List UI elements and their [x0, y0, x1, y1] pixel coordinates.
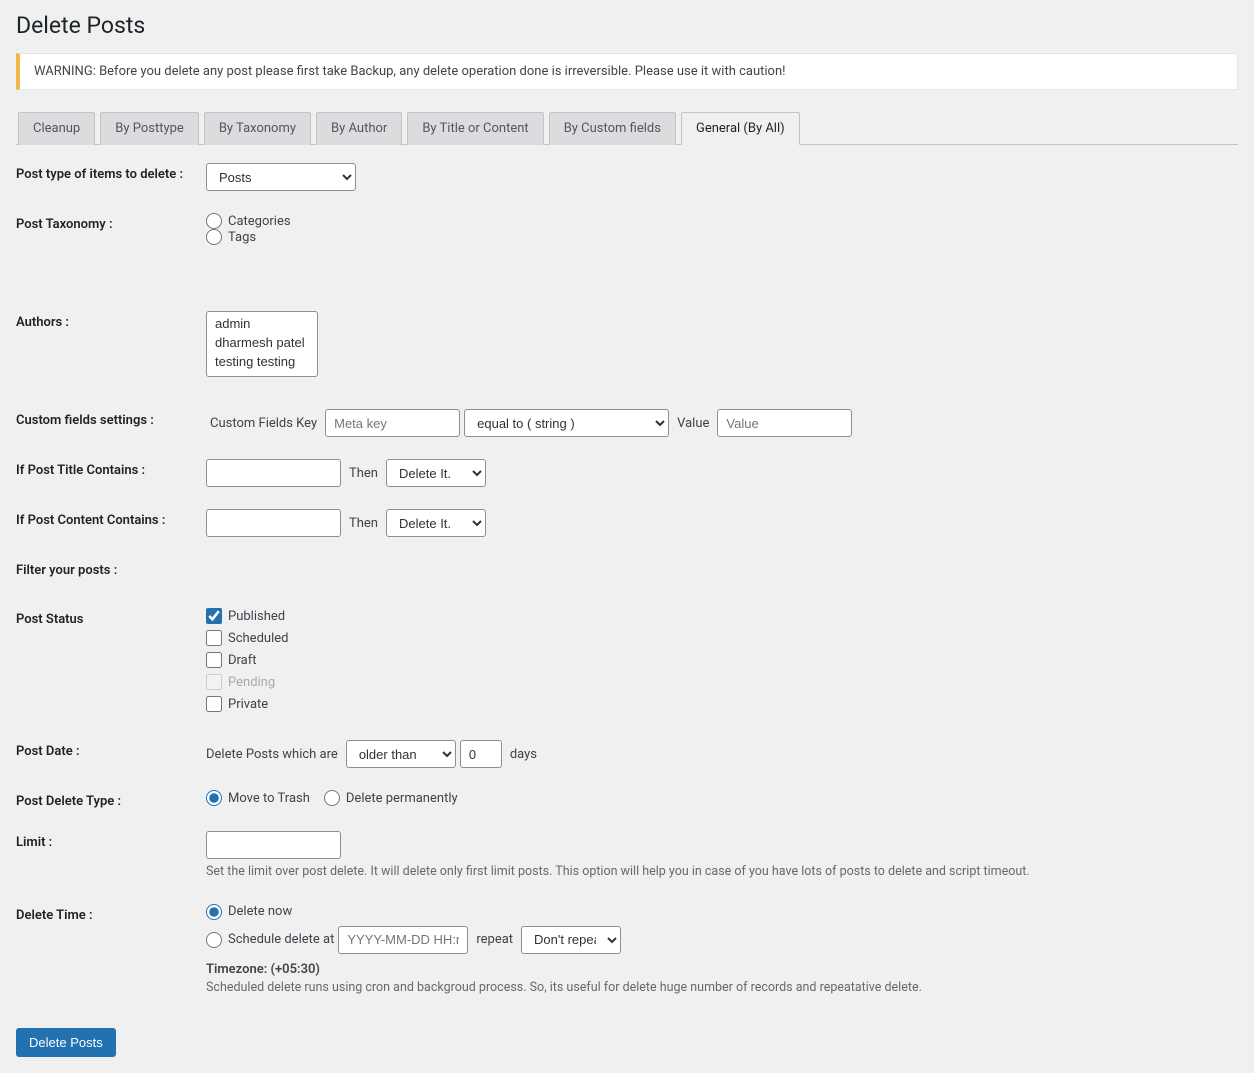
title-contains-input[interactable] [206, 459, 341, 487]
taxonomy-tags-radio[interactable] [206, 229, 222, 245]
tab-by-taxonomy[interactable]: By Taxonomy [204, 112, 311, 145]
delete-type-perm-radio[interactable] [324, 790, 340, 806]
status-private-label: Private [228, 697, 268, 712]
content-then-label: Then [349, 516, 378, 531]
title-action-select[interactable]: Delete It. [386, 459, 486, 487]
post-date-suffix: days [510, 747, 537, 762]
cf-key-input[interactable] [325, 409, 460, 437]
tab-by-author[interactable]: By Author [316, 112, 402, 145]
status-private-checkbox[interactable] [206, 696, 222, 712]
post-status-label: Post Status [16, 608, 206, 627]
cf-compare-select[interactable]: equal to ( string ) [464, 409, 669, 437]
delete-posts-button[interactable]: Delete Posts [16, 1028, 116, 1057]
tabs: Cleanup By Posttype By Taxonomy By Autho… [16, 112, 1238, 145]
authors-label: Authors : [16, 311, 206, 330]
post-date-label: Post Date : [16, 740, 206, 759]
delete-type-trash-label: Move to Trash [228, 791, 310, 806]
post-date-value-input[interactable] [460, 740, 502, 768]
taxonomy-categories-label: Categories [228, 214, 291, 229]
taxonomy-categories-radio[interactable] [206, 213, 222, 229]
post-taxonomy-label: Post Taxonomy : [16, 213, 206, 232]
limit-input[interactable] [206, 831, 341, 859]
title-then-label: Then [349, 466, 378, 481]
post-date-prefix: Delete Posts which are [206, 747, 338, 762]
content-contains-input[interactable] [206, 509, 341, 537]
status-scheduled-label: Scheduled [228, 631, 288, 646]
status-draft-label: Draft [228, 653, 257, 668]
delete-time-label: Delete Time : [16, 904, 206, 923]
tab-general[interactable]: General (By All) [681, 112, 800, 145]
post-date-op-select[interactable]: older than [346, 740, 456, 768]
delete-type-trash-radio[interactable] [206, 790, 222, 806]
warning-banner: WARNING: Before you delete any post plea… [16, 53, 1238, 90]
tab-by-posttype[interactable]: By Posttype [100, 112, 199, 145]
cf-key-label: Custom Fields Key [210, 416, 317, 431]
custom-fields-label: Custom fields settings : [16, 409, 206, 428]
taxonomy-tags-label: Tags [228, 230, 256, 245]
authors-select[interactable]: admin dharmesh patel testing testing [206, 311, 318, 377]
status-draft-checkbox[interactable] [206, 652, 222, 668]
cf-value-input[interactable] [717, 409, 852, 437]
schedule-delete-label: Schedule delete at [228, 932, 334, 947]
limit-label: Limit : [16, 831, 206, 850]
cf-value-label: Value [677, 416, 709, 431]
post-type-select[interactable]: Posts [206, 163, 356, 191]
delete-type-label: Post Delete Type : [16, 790, 206, 809]
page-title: Delete Posts [16, 0, 1238, 47]
tab-by-title-content[interactable]: By Title or Content [407, 112, 543, 145]
post-type-label: Post type of items to delete : [16, 163, 206, 182]
limit-help: Set the limit over post delete. It will … [206, 863, 1238, 882]
status-pending-checkbox [206, 674, 222, 690]
status-scheduled-checkbox[interactable] [206, 630, 222, 646]
filter-label: Filter your posts : [16, 559, 206, 578]
schedule-help: Scheduled delete runs using cron and bac… [206, 979, 1238, 998]
content-action-select[interactable]: Delete It. [386, 509, 486, 537]
content-contains-label: If Post Content Contains : [16, 509, 206, 528]
delete-now-radio[interactable] [206, 904, 222, 920]
tab-by-custom-fields[interactable]: By Custom fields [549, 112, 676, 145]
schedule-delete-radio[interactable] [206, 932, 222, 948]
status-published-checkbox[interactable] [206, 608, 222, 624]
repeat-select[interactable]: Don't repeat [521, 926, 621, 954]
delete-type-perm-label: Delete permanently [346, 791, 458, 806]
repeat-label: repeat [476, 932, 513, 947]
tab-cleanup[interactable]: Cleanup [18, 112, 95, 145]
delete-now-label: Delete now [228, 904, 292, 919]
schedule-datetime-input[interactable] [338, 926, 468, 954]
timezone-text: Timezone: (+05:30) [206, 962, 1238, 977]
title-contains-label: If Post Title Contains : [16, 459, 206, 478]
status-published-label: Published [228, 609, 285, 624]
status-pending-label: Pending [228, 675, 275, 690]
